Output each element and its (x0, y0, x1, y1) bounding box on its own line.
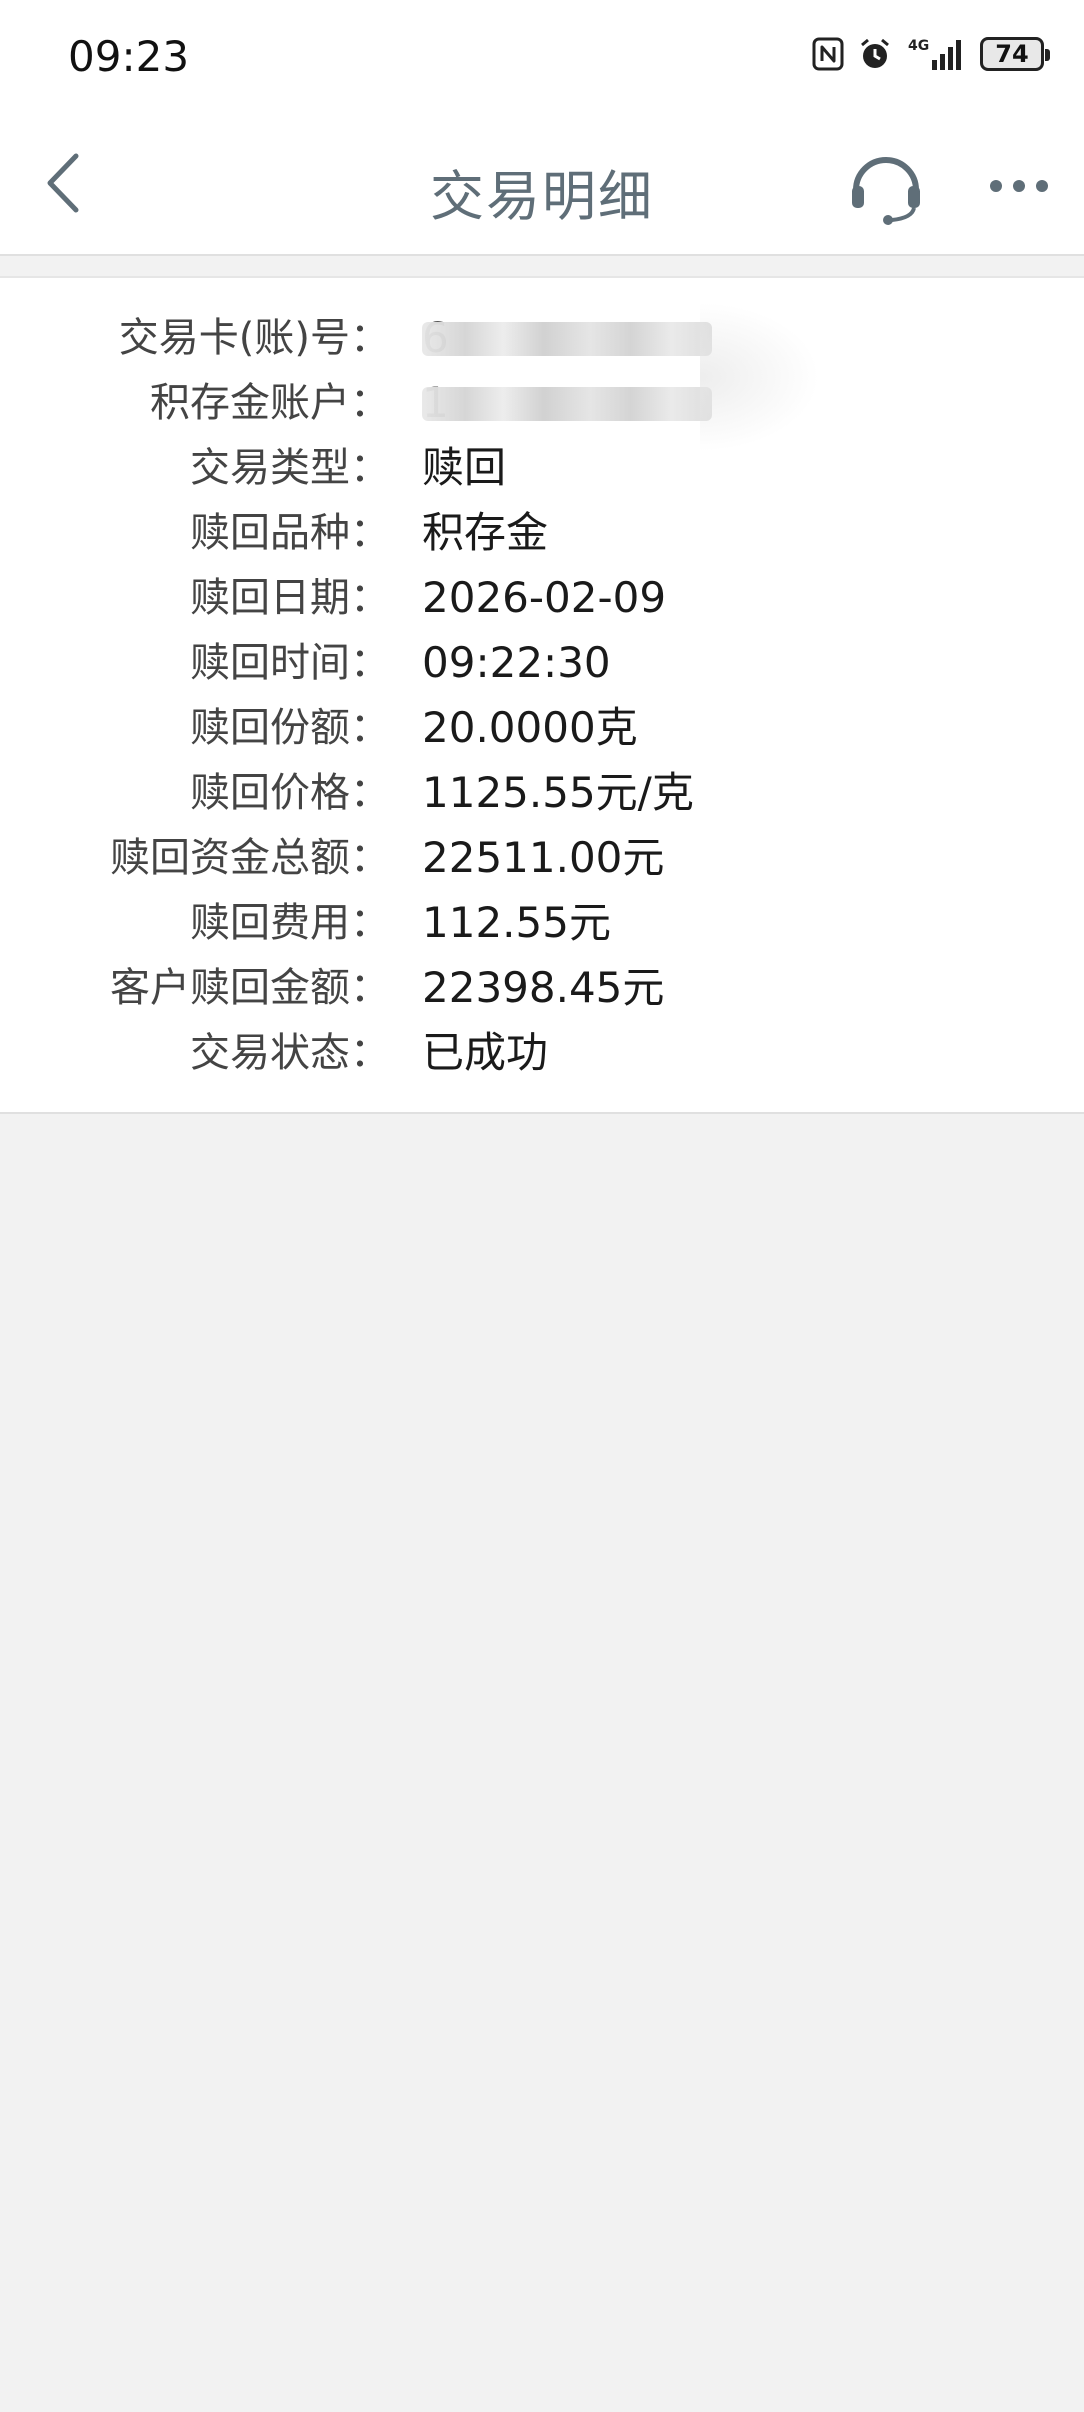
detail-row-transaction-type: 交易类型： 赎回 (0, 438, 1084, 498)
alarm-icon (858, 37, 892, 71)
detail-row-customer-amount: 客户赎回金额： 22398.45元 (0, 958, 1084, 1018)
nav-bar: 交易明细 (0, 110, 1084, 256)
battery-icon: 74 (980, 37, 1050, 71)
detail-label: 客户赎回金额： (110, 965, 390, 1011)
signal-icon: 4G (906, 36, 966, 72)
detail-label: 赎回时间： (190, 640, 390, 686)
transaction-detail-card: 交易卡(账)号： 6 积存金账户： 1 交易类型： 赎回 赎回品种： 积存金 赎… (0, 276, 1084, 1114)
status-time: 09:23 (68, 32, 190, 81)
masked-gold-account: 1 (422, 379, 712, 427)
detail-label: 赎回价格： (190, 770, 390, 816)
detail-value: 1125.55元/克 (422, 768, 694, 817)
detail-row-redeem-product: 赎回品种： 积存金 (0, 503, 1084, 563)
detail-row-redeem-time: 赎回时间： 09:22:30 (0, 633, 1084, 693)
detail-label: 赎回品种： (190, 510, 390, 556)
status-icons: 4G 74 (812, 34, 1050, 74)
detail-value: 2026-02-09 (422, 573, 667, 622)
detail-label: 赎回资金总额： (110, 835, 390, 881)
detail-label: 交易卡(账)号： (118, 315, 390, 361)
detail-label: 赎回费用： (190, 900, 390, 946)
detail-row-gold-account: 积存金账户： 1 (0, 373, 1084, 433)
battery-level: 74 (995, 40, 1029, 68)
detail-value: 积存金 (422, 508, 549, 557)
detail-value: 已成功 (422, 1028, 549, 1077)
detail-value: 20.0000克 (422, 703, 638, 752)
detail-value: 09:22:30 (422, 638, 611, 687)
masked-value-blur (422, 322, 712, 356)
detail-row-redeem-total: 赎回资金总额： 22511.00元 (0, 828, 1084, 888)
detail-row-redeem-quantity: 赎回份额： 20.0000克 (0, 698, 1084, 758)
detail-label: 交易类型： (190, 445, 390, 491)
nfc-icon (812, 37, 844, 71)
status-bar: 09:23 4G 74 (0, 0, 1084, 110)
headset-icon (852, 157, 920, 225)
mask-blur-overlay (700, 302, 820, 452)
gesture-bar (0, 2380, 1084, 2412)
detail-row-redeem-price: 赎回价格： 1125.55元/克 (0, 763, 1084, 823)
detail-value: 赎回 (422, 443, 507, 492)
masked-card-number: 6 (422, 314, 712, 362)
network-type-label: 4G (908, 38, 929, 54)
detail-row-redeem-date: 赎回日期： 2026-02-09 (0, 568, 1084, 628)
more-horizontal-icon (990, 180, 1048, 192)
detail-label: 积存金账户： (150, 380, 390, 426)
detail-label: 交易状态： (190, 1030, 390, 1076)
customer-service-button[interactable] (846, 146, 926, 226)
detail-value: 22398.45元 (422, 963, 665, 1012)
detail-value: 22511.00元 (422, 833, 665, 882)
detail-row-card-number: 交易卡(账)号： 6 (0, 308, 1084, 368)
detail-value: 112.55元 (422, 898, 611, 947)
more-button[interactable] (986, 158, 1052, 214)
detail-label: 赎回日期： (190, 575, 390, 621)
detail-row-transaction-status: 交易状态： 已成功 (0, 1023, 1084, 1083)
detail-row-redeem-fee: 赎回费用： 112.55元 (0, 893, 1084, 953)
detail-label: 赎回份额： (190, 705, 390, 751)
masked-value-blur (422, 387, 712, 421)
